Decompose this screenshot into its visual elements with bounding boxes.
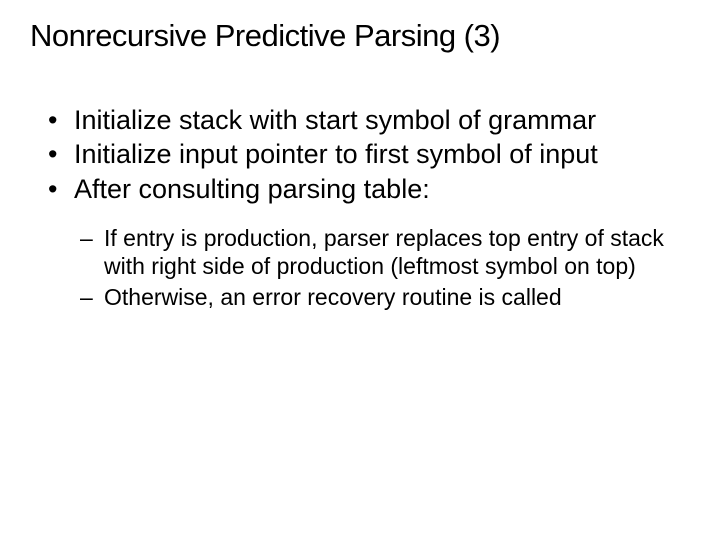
sub-bullet-list: If entry is production, parser replaces … [30,225,690,312]
slide-title: Nonrecursive Predictive Parsing (3) [30,18,690,54]
list-item: If entry is production, parser replaces … [30,225,690,280]
main-bullet-list: Initialize stack with start symbol of gr… [30,104,690,205]
list-item: Initialize input pointer to first symbol… [30,138,690,170]
list-item: Initialize stack with start symbol of gr… [30,104,690,136]
list-item: Otherwise, an error recovery routine is … [30,284,690,312]
list-item: After consulting parsing table: [30,173,690,205]
